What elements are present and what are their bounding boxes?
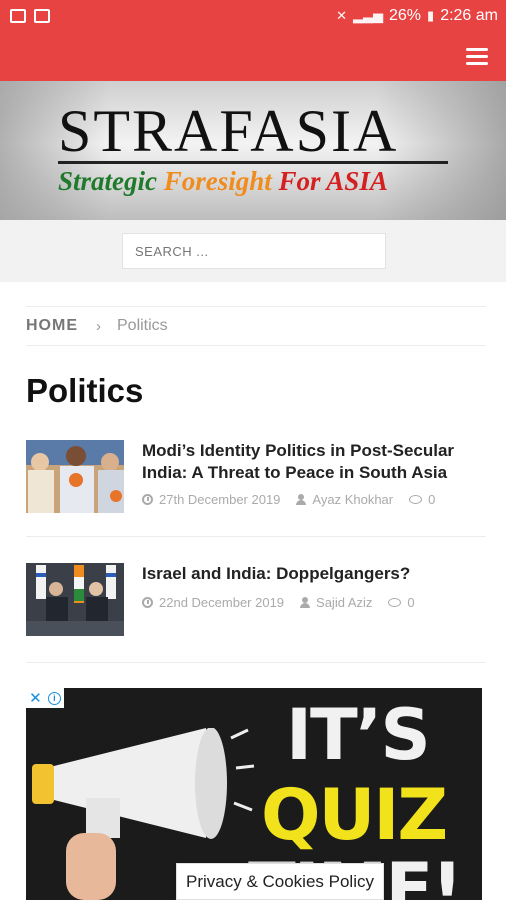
user-icon: [300, 597, 311, 608]
message-notification-icon: [34, 9, 50, 23]
article-author[interactable]: Ayaz Khokhar: [296, 492, 393, 507]
battery-percent: 26%: [389, 7, 422, 24]
site-logo[interactable]: STRAFASIA Strategic Foresight For ASIA: [58, 101, 450, 213]
article-item: Israel and India: Doppelgangers? 22nd De…: [26, 563, 486, 663]
notification-icons: [10, 9, 50, 23]
site-header: [0, 32, 506, 81]
article-item: Modi’s Identity Politics in Post-Secular…: [26, 440, 486, 537]
tagline-strategic: Strategic: [58, 166, 164, 196]
article-comments[interactable]: 0: [388, 595, 415, 610]
breadcrumb-separator: ›: [96, 317, 101, 335]
comment-icon: [388, 598, 402, 607]
article-title-link[interactable]: Modi’s Identity Politics in Post-Secular…: [142, 440, 486, 484]
user-icon: [296, 494, 307, 505]
article-title-link[interactable]: Israel and India: Doppelgangers?: [142, 563, 486, 585]
article-comments-count: 0: [407, 595, 415, 610]
search-input[interactable]: [122, 233, 386, 269]
article-thumbnail[interactable]: [26, 563, 124, 636]
close-icon[interactable]: ✕: [29, 689, 42, 707]
page-title: Politics: [26, 372, 144, 409]
article-date: 27th December 2019: [142, 492, 280, 507]
system-status: ✕ ▂▃▅ 26% ▮ 2:26 am: [336, 7, 498, 25]
article-date-text: 22nd December 2019: [159, 595, 285, 610]
ad-headline-line1: IT’S: [286, 694, 431, 776]
article-thumbnail[interactable]: [26, 440, 124, 513]
gallery-notification-icon: [10, 9, 26, 23]
breadcrumb-home-link[interactable]: HOME: [26, 317, 78, 335]
breadcrumb: HOME › Politics: [26, 306, 486, 346]
signal-icon: ▂▃▅: [353, 8, 383, 23]
tagline-for-asia: For ASIA: [271, 166, 388, 196]
battery-icon: ▮: [427, 8, 435, 23]
breadcrumb-current: Politics: [117, 317, 168, 334]
logo-title: STRAFASIA: [58, 98, 399, 164]
article-date: 22nd December 2019: [142, 595, 284, 610]
info-icon[interactable]: i: [47, 691, 61, 705]
article-author[interactable]: Sajid Aziz: [300, 595, 372, 610]
clock-icon: [142, 494, 153, 505]
article-meta: 27th December 2019 Ayaz Khokhar 0: [142, 492, 451, 507]
status-bar: ✕ ▂▃▅ 26% ▮ 2:26 am: [0, 0, 506, 32]
privacy-policy-button[interactable]: Privacy & Cookies Policy: [176, 863, 384, 900]
logo-tagline: Strategic Foresight For ASIA: [58, 164, 450, 198]
article-author-text: Sajid Aziz: [316, 595, 373, 610]
clock-time: 2:26 am: [440, 7, 498, 24]
ad-choices-control[interactable]: ✕ i: [26, 688, 64, 708]
ad-headline-line2: QUIZ: [261, 774, 448, 856]
clock-icon: [142, 597, 153, 608]
site-banner: STRAFASIA Strategic Foresight For ASIA: [0, 81, 506, 220]
article-meta: 22nd December 2019 Sajid Aziz 0: [142, 595, 431, 610]
tagline-foresight: Foresight: [163, 166, 272, 196]
search-area: [0, 220, 506, 282]
hamburger-menu-icon[interactable]: [464, 44, 492, 68]
comment-icon: [409, 495, 423, 504]
article-author-text: Ayaz Khokhar: [312, 492, 394, 507]
article-comments-count: 0: [428, 492, 436, 507]
article-comments[interactable]: 0: [409, 492, 435, 507]
mute-icon: ✕: [336, 8, 347, 23]
article-date-text: 27th December 2019: [159, 492, 281, 507]
